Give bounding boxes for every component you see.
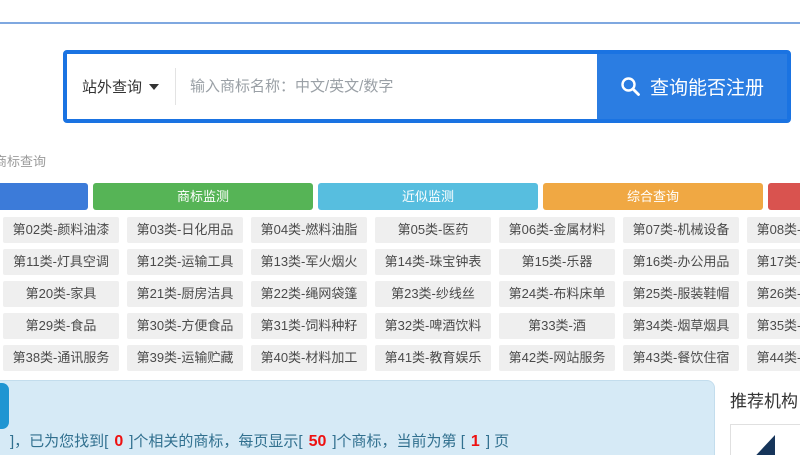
- found-count: 0: [114, 433, 123, 450]
- tab-bar: 商标监测近似监测综合查询: [0, 183, 800, 210]
- tab-1[interactable]: 商标监测: [93, 183, 313, 210]
- per-page-count: 50: [309, 433, 327, 450]
- tab-4[interactable]: [768, 183, 800, 210]
- tab-3[interactable]: 综合查询: [543, 183, 763, 210]
- category-row: 第38类-通讯服务第39类-运输贮藏第40类-材料加工第41类-教育娱乐第42类…: [3, 345, 800, 371]
- category-item[interactable]: 第30类-方便食品: [127, 313, 243, 339]
- category-row: 第11类-灯具空调第12类-运输工具第13类-军火烟火第14类-珠宝钟表第15类…: [3, 249, 800, 275]
- panel-accent-bar: [0, 383, 9, 429]
- category-item[interactable]: 第03类-日化用品: [127, 217, 243, 243]
- category-item[interactable]: 第38类-通讯服务: [3, 345, 119, 371]
- scope-dropdown[interactable]: 站外查询: [67, 54, 175, 119]
- category-item[interactable]: 第05类-医药: [375, 217, 491, 243]
- recommend-agency-card[interactable]: [730, 424, 800, 455]
- category-grid: 第02类-颜料油漆第03类-日化用品第04类-燃料油脂第05类-医药第06类-金…: [3, 217, 800, 377]
- category-item[interactable]: 第15类-乐器: [499, 249, 615, 275]
- category-item[interactable]: 第32类-啤酒饮料: [375, 313, 491, 339]
- result-lead: ]，已为您找到[: [10, 433, 108, 450]
- category-item[interactable]: 第04类-燃料油脂: [251, 217, 367, 243]
- category-item[interactable]: 第12类-运输工具: [127, 249, 243, 275]
- tab-0[interactable]: [0, 183, 88, 210]
- category-item[interactable]: 第34类-烟草烟具: [623, 313, 739, 339]
- category-item[interactable]: 第31类-饲料种籽: [251, 313, 367, 339]
- category-item[interactable]: 第33类-酒: [499, 313, 615, 339]
- category-item[interactable]: 第24类-布料床单: [499, 281, 615, 307]
- category-item[interactable]: 第17类-橡胶制品: [747, 249, 800, 275]
- category-item[interactable]: 第14类-珠宝钟表: [375, 249, 491, 275]
- category-row: 第02类-颜料油漆第03类-日化用品第04类-燃料油脂第05类-医药第06类-金…: [3, 217, 800, 243]
- category-item[interactable]: 第23类-纱线丝: [375, 281, 491, 307]
- category-item[interactable]: 第07类-机械设备: [623, 217, 739, 243]
- recommend-title: 推荐机构: [730, 387, 798, 412]
- page: 站外查询 查询能否注册 商标查询 商标监测近似监测综合查询 第02类-颜料油漆第…: [0, 0, 800, 455]
- category-item[interactable]: 第42类-网站服务: [499, 345, 615, 371]
- agency-logo-icon: [743, 433, 800, 455]
- search-button[interactable]: 查询能否注册: [597, 54, 787, 119]
- top-divider: [0, 22, 800, 24]
- chevron-down-icon: [149, 84, 159, 90]
- category-item[interactable]: 第13类-军火烟火: [251, 249, 367, 275]
- category-item[interactable]: 第11类-灯具空调: [3, 249, 119, 275]
- category-item[interactable]: 第20类-家具: [3, 281, 119, 307]
- breadcrumb: 商标查询: [0, 151, 46, 170]
- current-page: 1: [471, 433, 480, 450]
- result-tail: ] 页: [486, 433, 509, 450]
- scope-dropdown-label: 站外查询: [82, 76, 142, 97]
- category-item[interactable]: 第08类-手工器械: [747, 217, 800, 243]
- search-input[interactable]: [176, 54, 597, 119]
- category-item[interactable]: 第02类-颜料油漆: [3, 217, 119, 243]
- result-after-per-page: ]个商标，当前为第 [: [332, 433, 465, 450]
- result-after-found: ]个相关的商标，每页显示[: [129, 433, 302, 450]
- category-item[interactable]: 第39类-运输贮藏: [127, 345, 243, 371]
- category-item[interactable]: 第35类-广告销售: [747, 313, 800, 339]
- category-row: 第20类-家具第21类-厨房洁具第22类-绳网袋篷第23类-纱线丝第24类-布料…: [3, 281, 800, 307]
- search-bar: 站外查询 查询能否注册: [63, 50, 791, 123]
- category-item[interactable]: 第44类-医疗园艺: [747, 345, 800, 371]
- category-item[interactable]: 第06类-金属材料: [499, 217, 615, 243]
- category-item[interactable]: 第22类-绳网袋篷: [251, 281, 367, 307]
- category-item[interactable]: 第16类-办公用品: [623, 249, 739, 275]
- result-summary: ]，已为您找到[ 0 ]个相关的商标，每页显示[ 50 ]个商标，当前为第 [ 1 ] 页: [10, 430, 509, 451]
- category-item[interactable]: 第21类-厨房洁具: [127, 281, 243, 307]
- search-button-label: 查询能否注册: [650, 73, 764, 100]
- category-item[interactable]: 第40类-材料加工: [251, 345, 367, 371]
- category-item[interactable]: 第41类-教育娱乐: [375, 345, 491, 371]
- category-item[interactable]: 第29类-食品: [3, 313, 119, 339]
- category-item[interactable]: 第25类-服装鞋帽: [623, 281, 739, 307]
- category-item[interactable]: 第43类-餐饮住宿: [623, 345, 739, 371]
- search-icon: [620, 76, 641, 97]
- category-item[interactable]: 第26类-钮扣拉链: [747, 281, 800, 307]
- category-row: 第29类-食品第30类-方便食品第31类-饲料种籽第32类-啤酒饮料第33类-酒…: [3, 313, 800, 339]
- tab-2[interactable]: 近似监测: [318, 183, 538, 210]
